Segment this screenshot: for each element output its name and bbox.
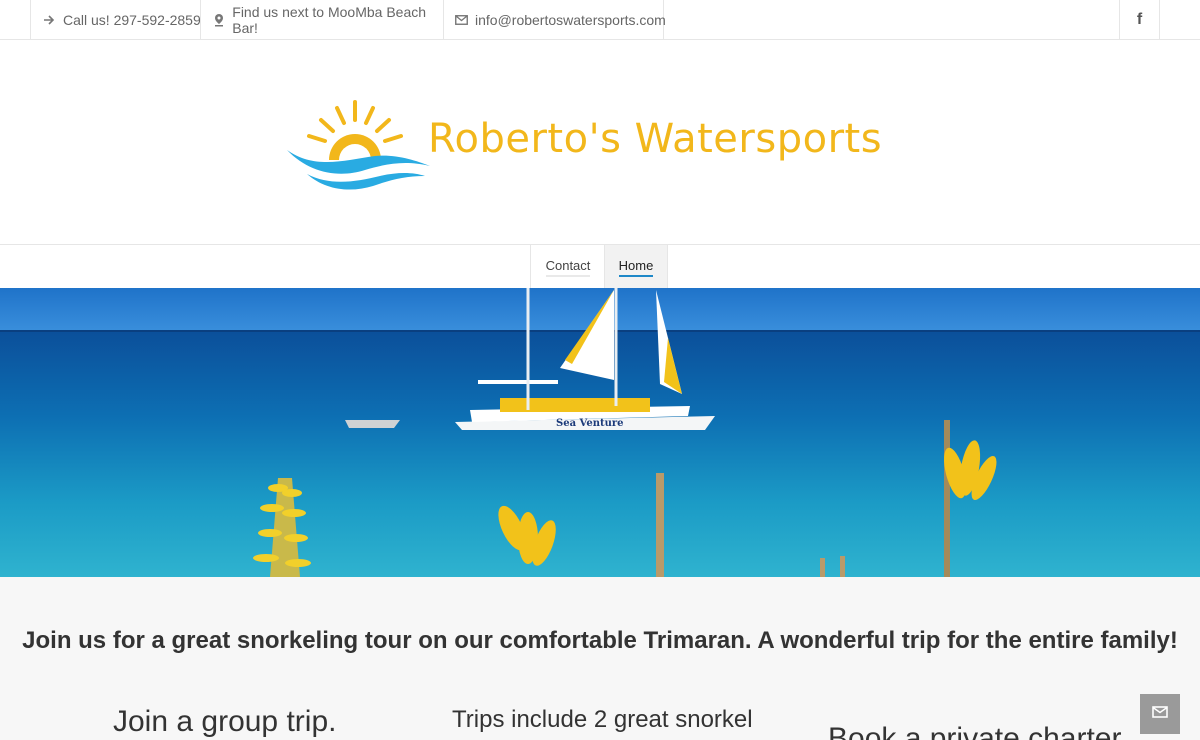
facebook-icon[interactable]: f (1119, 0, 1160, 40)
tagline: Join us for a great snorkeling tour on o… (22, 627, 1178, 654)
nav-contact[interactable]: Contact (530, 245, 605, 289)
nav-home-label: Home (618, 258, 654, 277)
phone-info[interactable]: Call us! 297-592-2859 (30, 0, 201, 40)
location-info[interactable]: Find us next to MooMba Beach Bar! (200, 0, 444, 40)
sun-wave-logo-icon (287, 100, 430, 190)
nav-home[interactable]: Home (604, 245, 668, 289)
private-charter-heading: Book a private charter (828, 722, 1122, 740)
main-navigation: Contact Home (0, 244, 1200, 289)
envelope-icon (1152, 705, 1168, 723)
logo-text: Roberto's Watersports (428, 116, 883, 162)
hero-image: Sea Venture (0, 288, 1200, 577)
arrow-right-icon (42, 13, 56, 27)
group-trip-heading: Join a group trip. (113, 705, 337, 738)
intro-section: Join us for a great snorkeling tour on o… (0, 577, 1200, 740)
email-info[interactable]: info@robertoswatersports.com (443, 0, 666, 40)
site-logo[interactable]: Roberto's Watersports (285, 98, 915, 198)
envelope-icon (455, 13, 468, 27)
nav-contact-label: Contact (545, 258, 591, 277)
boat-name: Sea Venture (556, 418, 624, 429)
location-text: Find us next to MooMba Beach Bar! (232, 4, 427, 36)
trip-includes-text: Trips include 2 great snorkel (452, 706, 753, 733)
phone-text: Call us! 297-592-2859 (63, 12, 201, 28)
contact-float-button[interactable] (1140, 694, 1180, 734)
top-bar: Call us! 297-592-2859 Find us next to Mo… (0, 0, 1200, 40)
sea-catamaran-scene: Sea Venture (0, 288, 1200, 577)
email-text: info@robertoswatersports.com (475, 12, 666, 28)
map-pin-icon (212, 13, 225, 27)
